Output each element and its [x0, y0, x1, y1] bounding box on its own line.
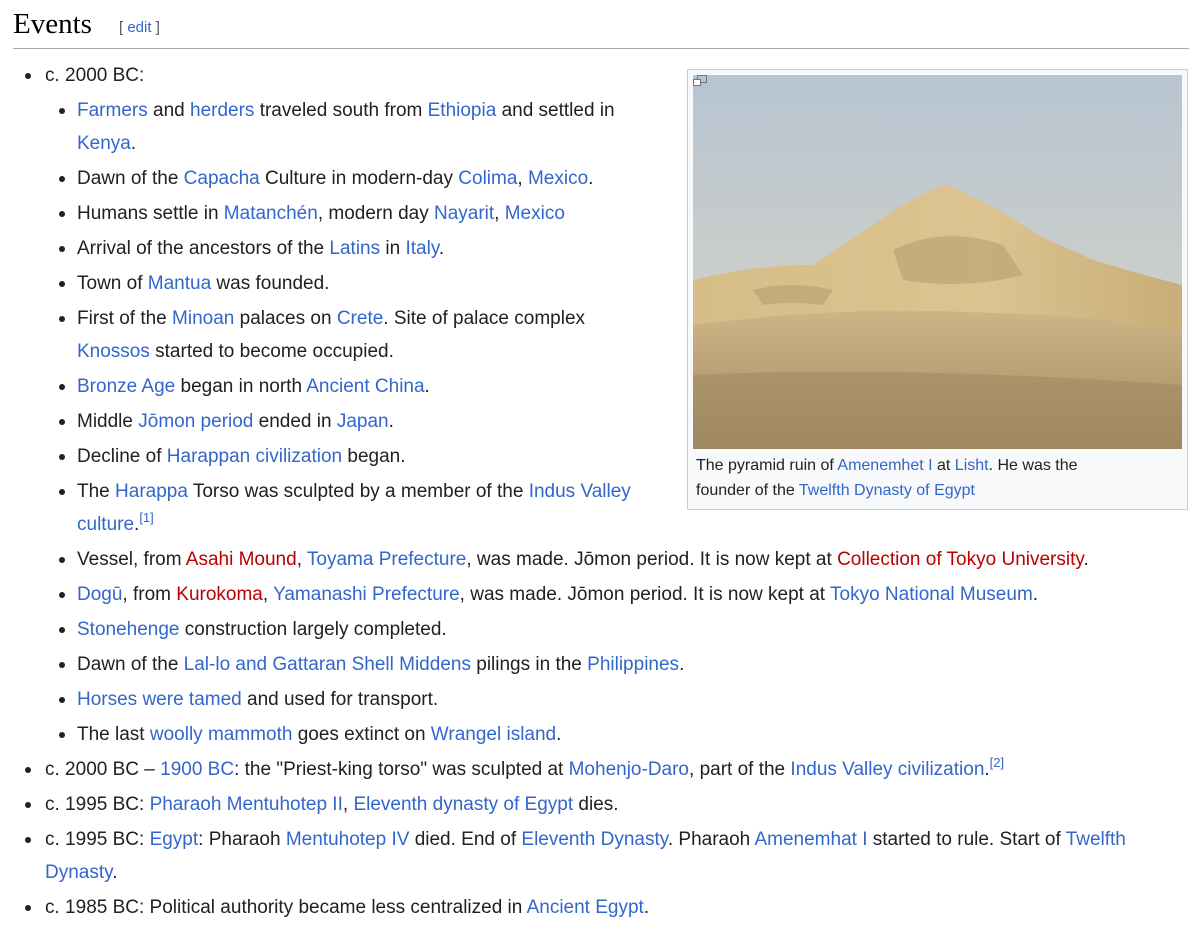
article-link[interactable]: Mexico: [505, 203, 565, 224]
sub-event-item: Humans settle in Matanchén, modern day N…: [59, 197, 652, 230]
article-link[interactable]: Crete: [337, 308, 383, 329]
sub-event-item: Dawn of the Lal-lo and Gattaran Shell Mi…: [59, 648, 1177, 681]
article-link[interactable]: Eleventh Dynasty: [521, 829, 667, 850]
sub-event-item: Stonehenge construction largely complete…: [59, 613, 1177, 646]
event-item: c. 2000 BC: Farmers and herders traveled …: [0, 59, 1191, 751]
event-item: c. 2000 BC – 1900 BC: the "Priest-king t…: [0, 753, 1191, 786]
section-heading: Events [ edit ]: [13, 4, 1189, 49]
sub-event-item: Dogū, from Kurokoma, Yamanashi Prefectur…: [59, 578, 1177, 611]
edit-section: [ edit ]: [119, 19, 160, 36]
sub-event-item: Farmers and herders traveled south from …: [59, 94, 652, 160]
article-link[interactable]: Ancient Egypt: [527, 897, 644, 918]
edit-bracket-close: ]: [151, 19, 160, 36]
article-link[interactable]: Mantua: [148, 273, 211, 294]
article-link[interactable]: Ethiopia: [428, 100, 497, 121]
article-link[interactable]: Asahi Mound: [186, 549, 297, 570]
sub-event-item: Bronze Age began in north Ancient China.: [59, 370, 652, 403]
article-link[interactable]: Harappa: [115, 481, 188, 502]
reference-link[interactable]: [2]: [990, 755, 1004, 770]
article-link[interactable]: Pharaoh Mentuhotep II: [150, 794, 343, 815]
sub-event-item: Decline of Harappan civilization began.: [59, 440, 652, 473]
article-link[interactable]: Philippines: [587, 654, 679, 675]
article-link[interactable]: Nayarit: [434, 203, 494, 224]
edit-link[interactable]: edit: [127, 19, 151, 36]
article-link[interactable]: Colima: [458, 168, 517, 189]
event-item: c. 1995 BC: Egypt: Pharaoh Mentuhotep IV…: [0, 823, 1191, 889]
citation: [1]: [139, 510, 153, 525]
article-link[interactable]: Eleventh dynasty of Egypt: [353, 794, 573, 815]
reference-link[interactable]: [1]: [139, 510, 153, 525]
article-link[interactable]: Amenemhat I: [754, 829, 867, 850]
article-link[interactable]: Tokyo National Museum: [830, 584, 1033, 605]
article-link[interactable]: Latins: [329, 238, 380, 259]
sub-event-item: Town of Mantua was founded.: [59, 267, 652, 300]
article-link[interactable]: Collection of Tokyo University: [837, 549, 1083, 570]
article-link[interactable]: Egypt: [150, 829, 199, 850]
event-item: c. 1995 BC: Pharaoh Mentuhotep II, Eleve…: [0, 788, 1191, 821]
event-item: c. 1985 BC: Political authority became l…: [0, 891, 1191, 924]
article-link[interactable]: Minoan: [172, 308, 234, 329]
article-link[interactable]: Lal-lo and Gattaran Shell Middens: [184, 654, 471, 675]
sub-event-item: Arrival of the ancestors of the Latins i…: [59, 232, 652, 265]
article-link[interactable]: Jōmon period: [138, 411, 253, 432]
article-link[interactable]: Ancient China: [306, 376, 424, 397]
sub-event-item: Vessel, from Asahi Mound, Toyama Prefect…: [59, 543, 1177, 576]
article-link[interactable]: woolly mammoth: [150, 724, 293, 745]
article-link[interactable]: 1900 BC: [160, 759, 234, 780]
sub-event-item: Dawn of the Capacha Culture in modern-da…: [59, 162, 652, 195]
sub-event-item: Middle Jōmon period ended in Japan.: [59, 405, 652, 438]
article-link[interactable]: Mohenjo-Daro: [569, 759, 689, 780]
article-link[interactable]: Matanchén: [224, 203, 318, 224]
article-link[interactable]: Harappan civilization: [167, 446, 342, 467]
article-link[interactable]: Kurokoma: [176, 584, 263, 605]
sub-event-item: First of the Minoan palaces on Crete. Si…: [59, 302, 652, 368]
events-ul: c. 2000 BC: Farmers and herders traveled …: [0, 59, 1191, 924]
article-link[interactable]: Farmers: [77, 100, 148, 121]
article-link[interactable]: Dogū: [77, 584, 122, 605]
article-link[interactable]: Wrangel island: [431, 724, 556, 745]
article-link[interactable]: Indus Valley civilization: [790, 759, 984, 780]
article-link[interactable]: Mexico: [528, 168, 588, 189]
article-link[interactable]: Kenya: [77, 133, 131, 154]
article-link[interactable]: Mentuhotep IV: [286, 829, 410, 850]
section-title: Events: [13, 8, 92, 40]
sub-event-item: Horses were tamed and used for transport…: [59, 683, 1177, 716]
article-link[interactable]: Italy: [405, 238, 438, 259]
sub-event-item: The last woolly mammoth goes extinct on …: [59, 718, 1177, 751]
article-link[interactable]: herders: [190, 100, 254, 121]
article-link[interactable]: Japan: [337, 411, 389, 432]
events-list: c. 2000 BC: Farmers and herders traveled …: [0, 59, 1191, 926]
sub-event-item: The Harappa Torso was sculpted by a memb…: [59, 475, 652, 541]
article-link[interactable]: Yamanashi Prefecture: [273, 584, 460, 605]
article-link[interactable]: Stonehenge: [77, 619, 180, 640]
article-link[interactable]: Bronze Age: [77, 376, 175, 397]
article-link[interactable]: Knossos: [77, 341, 150, 362]
sub-event-list: Farmers and herders traveled south from …: [45, 94, 1191, 751]
article-link[interactable]: Horses were tamed: [77, 689, 242, 710]
citation: [2]: [990, 755, 1004, 770]
article-link[interactable]: Capacha: [184, 168, 260, 189]
article-link[interactable]: Toyama Prefecture: [307, 549, 466, 570]
